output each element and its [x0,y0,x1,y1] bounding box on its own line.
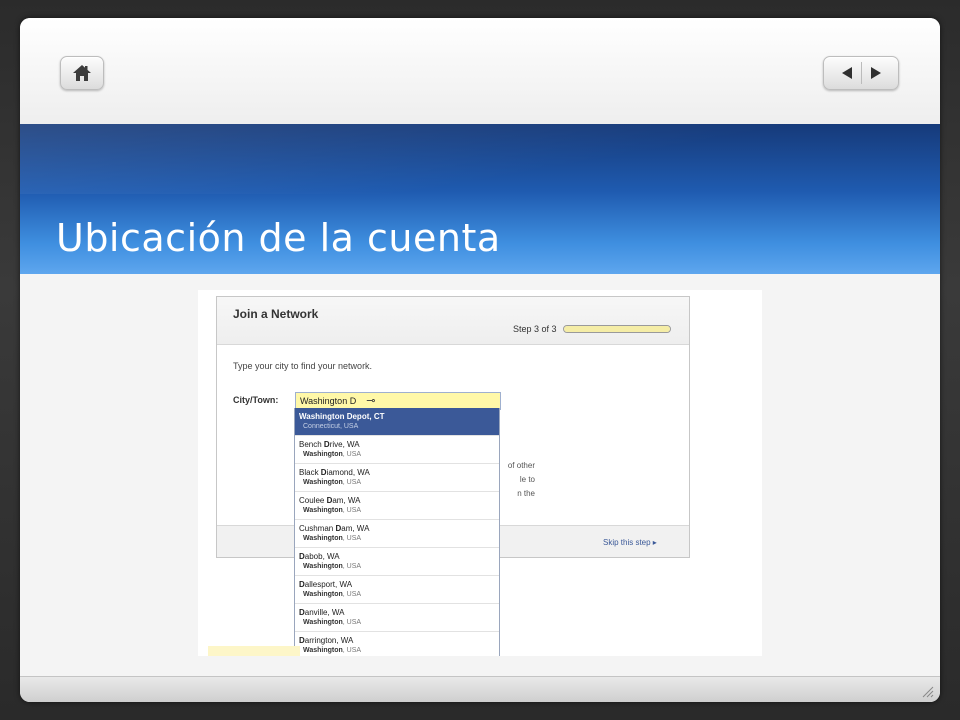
suggestion-region: Washington, USA [303,507,362,514]
embedded-screenshot: Join a Network Step 3 of 3 Type your cit… [198,290,762,656]
slide-top-bar [20,18,940,124]
city-suggestions-dropdown: Washington Depot, CT Connecticut, USA Benc… [294,408,500,656]
suggestion-item[interactable]: Darrington, WA Washington, USA [295,632,499,656]
text-cursor-icon: ⊸ [366,394,376,407]
suggestion-item[interactable]: Bench Drive, WA Washington, USA [295,436,499,464]
suggestion-name: Danville, WA [299,608,345,617]
instruction-text: Type your city to find your network. [233,361,373,371]
prev-next-buttons [823,56,899,90]
suggestion-name: Black Diamond, WA [299,468,370,477]
suggestion-item[interactable]: Black Diamond, WA Washington, USA [295,464,499,492]
suggestion-region: Washington, USA [303,619,362,626]
suggestion-item[interactable]: Dabob, WA Washington, USA [295,548,499,576]
skip-step-link[interactable]: Skip this step ▸ [603,538,657,547]
panel-header: Join a Network Step 3 of 3 [217,297,689,345]
home-icon [73,65,91,81]
suggestion-item[interactable]: Danville, WA Washington, USA [295,604,499,632]
suggestion-name: Bench Drive, WA [299,440,360,449]
suggestion-item[interactable]: Washington Depot, CT Connecticut, USA [295,408,499,436]
suggestion-name: Coulee Dam, WA [299,496,361,505]
suggestion-name: Darrington, WA [299,636,354,645]
step-indicator: Step 3 of 3 [513,324,557,334]
suggestion-name: Dabob, WA [299,552,340,561]
suggestion-item[interactable]: Dallesport, WA Washington, USA [295,576,499,604]
slide: Ubicación de la cuenta Join a Network St… [20,18,940,702]
highlight-strip [208,646,300,656]
suggestion-region: Washington, USA [303,591,362,598]
home-button[interactable] [60,56,104,90]
resize-grip-icon[interactable] [922,686,934,698]
suggestion-region: Connecticut, USA [303,423,359,430]
suggestion-name: Cushman Dam, WA [299,524,370,533]
suggestion-name: Washington Depot, CT [299,412,385,421]
panel-title: Join a Network [233,307,319,321]
step-progress-bar [563,325,671,333]
city-label: City/Town: [233,395,279,405]
title-band: Ubicación de la cuenta [20,124,940,274]
suggestion-name: Dallesport, WA [299,580,353,589]
suggestion-item[interactable]: Cushman Dam, WA Washington, USA [295,520,499,548]
title-band-shine [20,124,940,194]
city-input-value: Washington D [300,396,357,406]
suggestion-region: Washington, USA [303,535,362,542]
suggestion-region: Washington, USA [303,479,362,486]
step-progress-fill [564,326,670,332]
divider [860,62,862,84]
triangle-left-icon[interactable] [839,65,855,81]
suggestion-region: Washington, USA [303,563,362,570]
suggestion-region: Washington, USA [303,647,362,654]
suggestion-region: Washington, USA [303,451,362,458]
triangle-right-icon[interactable] [868,65,884,81]
slide-bottom-bar [20,676,940,702]
suggestion-item[interactable]: Coulee Dam, WA Washington, USA [295,492,499,520]
slide-title: Ubicación de la cuenta [56,216,501,260]
